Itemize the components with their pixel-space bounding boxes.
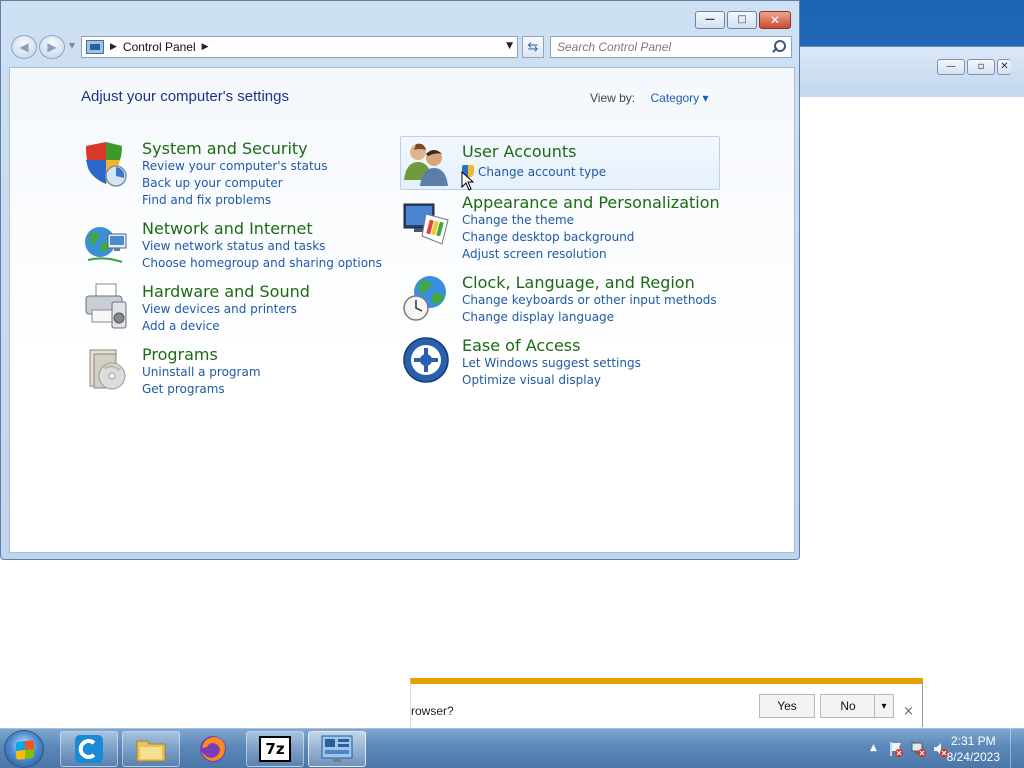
link-review-status[interactable]: Review your computer's status <box>142 159 328 173</box>
category-title-programs[interactable]: Programs <box>142 345 218 364</box>
folder-icon <box>136 740 166 762</box>
refresh-icon: ⇆ <box>527 39 539 55</box>
back-arrow-icon: ◀ <box>19 40 29 54</box>
search-icon[interactable] <box>769 38 787 56</box>
notification-bar: rowser? Yes No ▾ × <box>410 678 923 727</box>
category-title-network-and-internet[interactable]: Network and Internet <box>142 219 313 238</box>
link-add-device[interactable]: Add a device <box>142 319 220 333</box>
link-uninstall-program[interactable]: Uninstall a program <box>142 365 261 379</box>
maximize-button[interactable]: □ <box>727 11 757 29</box>
breadcrumb-chevron-icon[interactable]: ▶ <box>202 42 209 52</box>
close-button[interactable]: ✕ <box>759 11 791 29</box>
category-title-ease-of-access[interactable]: Ease of Access <box>462 336 580 355</box>
breadcrumb-separator-icon[interactable]: ▶ <box>110 42 117 52</box>
link-change-account-type[interactable]: Change account type <box>462 165 606 179</box>
show-desktop-button[interactable] <box>1010 729 1024 768</box>
navigation-bar: ◀ ▶ ▼ ▶ Control Panel ▶ ▼ ⇆ <box>9 33 793 61</box>
users-icon[interactable] <box>402 140 450 188</box>
content-pane: Adjust your computer's settings View by:… <box>9 67 795 553</box>
shield-icon[interactable] <box>82 140 130 188</box>
taskbar-control-panel[interactable] <box>308 731 366 767</box>
page-title: Adjust your computer's settings <box>81 88 289 105</box>
control-panel-icon <box>321 735 353 762</box>
bg-maximize-button[interactable]: ▫ <box>967 59 995 75</box>
forward-button[interactable]: ▶ <box>39 35 65 59</box>
no-button[interactable]: No <box>820 694 876 718</box>
appearance-icon[interactable] <box>402 200 450 248</box>
close-icon: ✕ <box>769 13 781 27</box>
notification-close-icon[interactable]: × <box>903 704 914 719</box>
ccleaner-icon <box>75 735 103 763</box>
7zip-icon: 7z <box>259 736 291 762</box>
forward-arrow-icon: ▶ <box>47 40 57 54</box>
link-screen-resolution[interactable]: Adjust screen resolution <box>462 247 607 261</box>
caption-buttons: — □ ✕ <box>695 11 791 29</box>
link-devices-printers[interactable]: View devices and printers <box>142 302 297 316</box>
start-button[interactable] <box>4 730 44 768</box>
breadcrumb-control-panel[interactable]: Control Panel <box>123 40 196 54</box>
back-button[interactable]: ◀ <box>11 35 37 59</box>
yes-button[interactable]: Yes <box>759 694 815 718</box>
refresh-button[interactable]: ⇆ <box>522 36 544 58</box>
category-title-hardware-and-sound[interactable]: Hardware and Sound <box>142 282 310 301</box>
control-panel-icon <box>86 40 104 54</box>
clock-date: 8/24/2023 <box>946 750 1000 764</box>
minimize-button[interactable]: — <box>695 11 725 29</box>
bg-close-button[interactable]: ✕ <box>997 59 1011 75</box>
taskbar-file-explorer[interactable] <box>122 731 180 767</box>
view-by: View by: Category <box>590 91 709 105</box>
network-status-icon[interactable] <box>910 741 926 757</box>
address-dropdown-icon[interactable]: ▼ <box>506 41 513 51</box>
category-title-user-accounts[interactable]: User Accounts <box>462 142 577 161</box>
link-change-account-type-label: Change account type <box>478 165 607 179</box>
search-box[interactable] <box>550 36 792 58</box>
link-desktop-background[interactable]: Change desktop background <box>462 230 634 244</box>
category-title-clock-language-region[interactable]: Clock, Language, and Region <box>462 273 695 292</box>
show-hidden-icons-icon[interactable]: ▲ <box>870 743 877 753</box>
taskbar: 7z ▲ 2:31 PM 8/24/2023 <box>0 728 1024 768</box>
view-by-dropdown[interactable]: Category <box>650 91 708 105</box>
clock[interactable]: 2:31 PM 8/24/2023 <box>947 733 1000 765</box>
bg-minimize-button[interactable]: — <box>937 59 965 75</box>
address-bar[interactable]: ▶ Control Panel ▶ ▼ <box>81 36 518 58</box>
volume-muted-icon[interactable] <box>932 741 948 757</box>
mouse-cursor-icon <box>461 171 475 191</box>
search-input[interactable] <box>551 40 769 54</box>
link-get-programs[interactable]: Get programs <box>142 382 225 396</box>
link-homegroup-sharing[interactable]: Choose homegroup and sharing options <box>142 256 382 270</box>
link-change-theme[interactable]: Change the theme <box>462 213 574 227</box>
category-title-appearance[interactable]: Appearance and Personalization <box>462 193 720 212</box>
link-display-language[interactable]: Change display language <box>462 310 614 324</box>
minimize-icon: — <box>705 14 715 25</box>
category-title-system-and-security[interactable]: System and Security <box>142 139 308 158</box>
link-network-status[interactable]: View network status and tasks <box>142 239 325 253</box>
taskbar-ccleaner[interactable] <box>60 731 118 767</box>
programs-icon[interactable] <box>82 346 130 394</box>
clock-time: 2:31 PM <box>950 734 996 748</box>
maximize-icon: □ <box>737 14 747 25</box>
taskbar-firefox[interactable] <box>184 731 242 767</box>
ease-of-access-icon[interactable] <box>402 336 450 384</box>
printer-icon[interactable] <box>82 282 130 330</box>
system-tray: ▲ 2:31 PM 8/24/2023 <box>844 729 1024 768</box>
link-optimize-visual-display[interactable]: Optimize visual display <box>462 373 601 387</box>
notification-text: rowser? <box>411 704 454 718</box>
link-keyboards-input[interactable]: Change keyboards or other input methods <box>462 293 717 307</box>
link-windows-suggest-settings[interactable]: Let Windows suggest settings <box>462 356 641 370</box>
no-dropdown-chevron-icon[interactable]: ▾ <box>874 694 894 718</box>
link-find-fix-problems[interactable]: Find and fix problems <box>142 193 271 207</box>
link-back-up[interactable]: Back up your computer <box>142 176 283 190</box>
clock-globe-icon[interactable] <box>402 274 450 322</box>
recent-pages-dropdown[interactable]: ▼ <box>69 41 75 50</box>
taskbar-7zip[interactable]: 7z <box>246 731 304 767</box>
control-panel-window: — □ ✕ ◀ ▶ ▼ ▶ Control Panel ▶ ▼ ⇆ Adjust… <box>0 0 800 560</box>
network-globe-icon[interactable] <box>82 220 130 268</box>
firefox-icon <box>200 736 226 762</box>
view-by-label: View by: <box>590 91 636 105</box>
action-center-flag-icon[interactable] <box>888 741 904 757</box>
